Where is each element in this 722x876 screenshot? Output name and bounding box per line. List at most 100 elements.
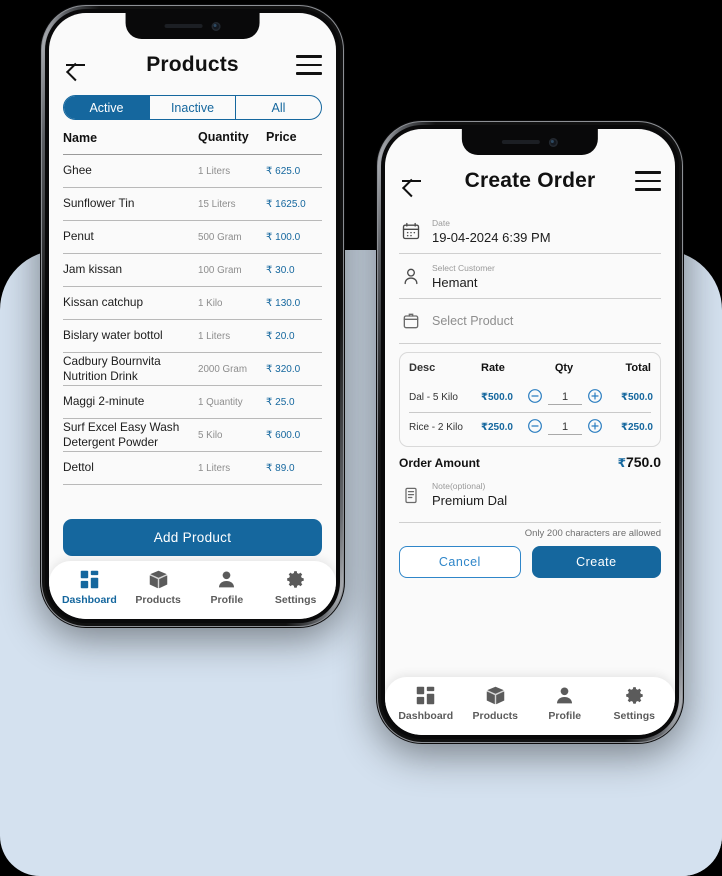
cancel-button[interactable]: Cancel	[399, 546, 521, 578]
order-item-rate: ₹250.0	[481, 422, 513, 433]
screenshot-canvas: Products Active Inactive All Name Quanti…	[0, 0, 722, 876]
circle-plus-icon[interactable]	[587, 388, 603, 407]
status-filter-segmented-control: Active Inactive All	[63, 95, 322, 120]
quantity-stepper: 1	[527, 388, 603, 407]
product-price: ₹ 89.0	[266, 462, 295, 474]
table-row[interactable]: Jam kissan 100 Gram ₹ 30.0	[63, 254, 322, 287]
table-row[interactable]: Cadbury Bournvita Nutrition Drink 2000 G…	[63, 353, 322, 386]
person-icon	[554, 685, 575, 706]
speaker-grille	[501, 140, 540, 144]
order-item-rate: ₹500.0	[481, 392, 513, 403]
product-name: Jam kissan	[63, 262, 123, 277]
product-name: Surf Excel Easy Wash Detergent Powder	[63, 419, 180, 449]
note-field-row[interactable]: Note(optional) Premium Dal	[399, 472, 661, 517]
table-row[interactable]: Maggi 2-minute 1 Quantity ₹ 25.0	[63, 386, 322, 419]
product-price: ₹ 25.0	[266, 396, 295, 408]
product-field-row[interactable]: Select Product	[399, 299, 661, 344]
customer-field-value: Hemant	[432, 274, 478, 290]
product-quantity: 1 Liters	[198, 330, 231, 342]
nav-item-label: Profile	[210, 593, 244, 606]
nav-item-label: Settings	[613, 709, 655, 722]
arrow-left-icon[interactable]	[63, 52, 89, 78]
product-price: ₹ 625.0	[266, 165, 301, 177]
phone-mockup-create-order: Create Order Date 19-04-2024 6:39 PM Sel…	[376, 120, 684, 744]
order-item-desc: Rice - 2 Kilo	[409, 422, 463, 433]
create-button[interactable]: Create	[531, 546, 661, 578]
bottom-navigation-bar: Dashboard Products Profile Settings	[49, 561, 336, 619]
circle-plus-icon[interactable]	[587, 418, 603, 437]
products-table: Name Quantity Price Ghee 1 Liters ₹ 625.…	[63, 130, 322, 485]
note-field-label: Note(optional)	[432, 481, 486, 491]
order-amount-label: Order Amount	[399, 456, 480, 470]
gear-icon	[624, 685, 645, 706]
note-section: Note(optional) Premium Dal	[385, 472, 675, 517]
circle-minus-icon[interactable]	[527, 418, 543, 437]
tab-inactive[interactable]: Inactive	[150, 96, 236, 119]
quantity-value[interactable]: 1	[548, 421, 582, 435]
dashboard-grid-icon	[415, 685, 436, 706]
nav-item-profile[interactable]: Profile	[196, 569, 258, 606]
note-clipboard-icon	[401, 485, 421, 505]
tab-all[interactable]: All	[236, 96, 321, 119]
order-amount-value: ₹750.0	[617, 454, 661, 470]
nav-item-dashboard[interactable]: Dashboard	[58, 569, 120, 606]
order-item-total: ₹500.0	[621, 392, 653, 403]
product-quantity: 1 Liters	[198, 165, 231, 177]
page-title: Create Order	[464, 169, 596, 192]
product-quantity: 1 Kilo	[198, 297, 223, 309]
column-header-qty: Qty	[554, 362, 574, 374]
nav-item-dashboard[interactable]: Dashboard	[395, 685, 457, 722]
nav-item-settings[interactable]: Settings	[265, 569, 327, 606]
product-price: ₹ 600.0	[266, 429, 301, 441]
create-order-form: Date 19-04-2024 6:39 PM Select Customer …	[385, 209, 675, 344]
product-price: ₹ 100.0	[266, 231, 301, 243]
table-row[interactable]: Bislary water bottol 1 Liters ₹ 20.0	[63, 320, 322, 353]
product-quantity: 2000 Gram	[198, 363, 248, 375]
column-header-desc: Desc	[409, 362, 436, 374]
table-row[interactable]: Ghee 1 Liters ₹ 625.0	[63, 155, 322, 188]
box-icon	[485, 685, 506, 706]
bottom-navigation-bar: Dashboard Products Profile Settings	[385, 677, 675, 735]
nav-item-products[interactable]: Products	[127, 569, 189, 606]
nav-item-label: Products	[472, 709, 518, 722]
nav-item-settings[interactable]: Settings	[603, 685, 665, 722]
page-title: Products	[146, 53, 239, 76]
arrow-left-icon[interactable]	[399, 168, 425, 194]
customer-field-label: Select Customer	[432, 262, 495, 273]
table-row[interactable]: Kissan catchup 1 Kilo ₹ 130.0	[63, 287, 322, 320]
hamburger-menu-icon[interactable]	[635, 171, 661, 191]
add-product-button[interactable]: Add Product	[63, 519, 322, 556]
product-quantity: 15 Liters	[198, 198, 236, 210]
nav-item-label: Dashboard	[398, 709, 454, 722]
product-price: ₹ 320.0	[266, 363, 301, 375]
form-action-buttons: Cancel Create	[399, 546, 661, 578]
tab-active[interactable]: Active	[64, 96, 150, 119]
column-header-price: Price	[266, 130, 297, 144]
table-row[interactable]: Surf Excel Easy Wash Detergent Powder 5 …	[63, 419, 322, 452]
character-limit-hint: Only 200 characters are allowed	[399, 522, 661, 539]
note-field-value: Premium Dal	[432, 493, 508, 508]
column-header-rate: Rate	[481, 362, 505, 374]
table-row[interactable]: Dettol 1 Liters ₹ 89.0	[63, 452, 322, 485]
circle-minus-icon[interactable]	[527, 388, 543, 407]
table-row[interactable]: Sunflower Tin 15 Liters ₹ 1625.0	[63, 188, 322, 221]
product-name: Maggi 2-minute	[63, 394, 145, 409]
hamburger-menu-icon[interactable]	[296, 55, 322, 75]
product-name: Ghee	[63, 163, 92, 178]
column-header-name: Name	[63, 131, 98, 145]
product-name: Penut	[63, 229, 94, 244]
quantity-value[interactable]: 1	[548, 391, 582, 405]
calendar-icon	[401, 221, 421, 241]
order-item-total: ₹250.0	[621, 422, 653, 433]
customer-field-row[interactable]: Select Customer Hemant	[399, 254, 661, 299]
product-name: Sunflower Tin	[63, 196, 135, 211]
date-field-row[interactable]: Date 19-04-2024 6:39 PM	[399, 209, 661, 254]
create-order-screen: Create Order Date 19-04-2024 6:39 PM Sel…	[385, 129, 675, 735]
gear-icon	[285, 569, 306, 590]
nav-item-profile[interactable]: Profile	[534, 685, 596, 722]
product-field-placeholder: Select Product	[432, 314, 514, 328]
product-quantity: 5 Kilo	[198, 429, 223, 441]
nav-item-products[interactable]: Products	[464, 685, 526, 722]
table-row[interactable]: Penut 500 Gram ₹ 100.0	[63, 221, 322, 254]
rupee-symbol: ₹	[617, 456, 626, 470]
